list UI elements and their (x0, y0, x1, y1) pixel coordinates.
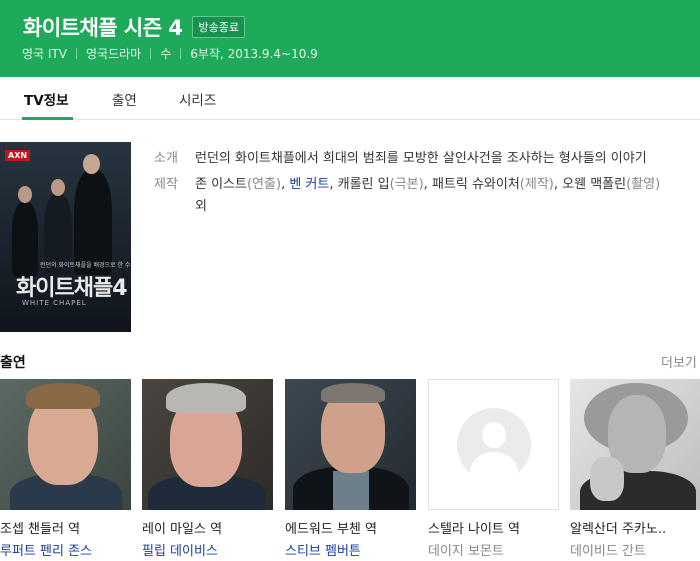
credit-role: (극본) (389, 177, 424, 192)
poster-subtitle: WHITE CHAPEL (22, 299, 87, 307)
poster-figure (12, 202, 38, 277)
status-badge: 방송종료 (192, 16, 245, 38)
meta-divider (150, 48, 152, 59)
cast-list: 조셉 챈들러 역 루퍼트 펜리 존스 레이 마일스 역 필립 데이비스 에드워드… (0, 379, 700, 561)
cast-section-title: 출연 (0, 355, 26, 371)
active-tab-indicator (22, 117, 73, 120)
photo-hand (590, 457, 624, 501)
cast-role: 조셉 챈들러 역 (0, 522, 81, 537)
intro-row: 소개 런던의 화이트채플에서 희대의 범죄를 모방한 살인사건을 조사하는 형사… (154, 148, 674, 170)
header: 화이트채플 시즌 4 방송종료 영국 ITV 영국드라마 수 6부작, 2013… (0, 0, 700, 77)
silhouette-head (482, 422, 506, 448)
cast-actor: 데이지 보몬트 (428, 544, 504, 559)
cast-actor-link[interactable]: 루퍼트 펜리 존스 (0, 540, 92, 559)
program-info: 소개 런던의 화이트채플에서 희대의 범죄를 모방한 살인사건을 조사하는 형사… (154, 148, 674, 222)
meta-genre: 영국드라마 (85, 47, 142, 61)
credits-label: 제작 (154, 177, 178, 192)
poster-figure-head (51, 179, 65, 196)
cast-role: 레이 마일스 역 (142, 522, 223, 537)
poster-title: 화이트채플4 (16, 276, 128, 301)
credit-sep: , (329, 177, 338, 192)
cast-role: 스텔라 나이트 역 (428, 522, 520, 537)
credit-name: 오웬 맥폴린 (562, 177, 627, 192)
poster-figure-head (83, 154, 100, 174)
credit-role: (촬영) (626, 177, 661, 192)
poster-tagline: 런던의 화이트채플을 배경으로 한 수사극 (40, 262, 131, 269)
photo-hair (26, 383, 100, 409)
intro-text: 런던의 화이트채플에서 희대의 범죄를 모방한 살인사건을 조사하는 형사들의 … (195, 151, 647, 166)
program-title[interactable]: 화이트채플 시즌 4 (23, 12, 183, 42)
tab-tv-info[interactable]: TV정보 (24, 89, 69, 109)
meta-day: 수 (160, 47, 172, 61)
credit-role: (연출) (246, 177, 282, 192)
poster-image[interactable]: AXN 런던의 화이트채플을 배경으로 한 수사극 화이트채플4 WHITE C… (0, 142, 131, 332)
meta-divider (180, 48, 182, 59)
photo-shirt (333, 471, 369, 510)
cast-photo[interactable] (142, 379, 273, 510)
tab-cast[interactable]: 출연 (112, 89, 137, 109)
credit-suffix: 외 (195, 199, 207, 214)
tab-series[interactable]: 시리즈 (179, 89, 216, 109)
credit-name: 캐롤린 입 (337, 177, 390, 192)
credit-name: 존 이스트 (195, 177, 247, 192)
cast-photo-placeholder[interactable] (428, 379, 559, 510)
cast-role: 에드워드 부첸 역 (285, 522, 377, 537)
credit-role: (제작) (519, 177, 554, 192)
credit-sep: , (553, 177, 563, 192)
meta-channel: 영국 ITV (22, 47, 67, 61)
more-link[interactable]: 더보기 (661, 352, 697, 371)
meta-episodes: 6부작, 2013.9.4~10.9 (190, 47, 318, 61)
program-meta: 영국 ITV 영국드라마 수 6부작, 2013.9.4~10.9 (22, 45, 318, 62)
cast-card[interactable]: 레이 마일스 역 필립 데이비스 (142, 379, 273, 559)
cast-card[interactable]: 조셉 챈들러 역 루퍼트 펜리 존스 (0, 379, 131, 559)
credits-row: 제작 존 이스트(연출), 벤 커트, 캐롤린 입(극본), 패트릭 슈와이처(… (154, 174, 674, 218)
person-silhouette-icon (457, 408, 531, 482)
cast-actor-link[interactable]: 스티브 펨버튼 (285, 540, 361, 559)
title-row: 화이트채플 시즌 4 방송종료 (23, 12, 245, 42)
cast-actor: 데이비드 간트 (570, 544, 646, 559)
photo-hair (166, 383, 246, 413)
cast-actor-link[interactable]: 필립 데이비스 (142, 540, 218, 559)
intro-label: 소개 (154, 151, 178, 166)
credit-name: 패트릭 슈와이처 (431, 177, 520, 192)
credits-text: 존 이스트(연출), 벤 커트, 캐롤린 입(극본), 패트릭 슈와이처(제작)… (195, 174, 670, 218)
tab-bar: TV정보 출연 시리즈 (0, 77, 700, 120)
cast-card[interactable]: 에드워드 부첸 역 스티브 펨버튼 (285, 379, 416, 559)
meta-divider (75, 48, 77, 59)
cast-card[interactable]: 알렉산더 주카노.. 데이비드 간트 (570, 379, 700, 559)
photo-hair (321, 383, 385, 403)
silhouette-body (470, 452, 518, 482)
poster-figure-head (18, 186, 32, 203)
cast-photo[interactable] (285, 379, 416, 510)
cast-photo[interactable] (0, 379, 131, 510)
credit-sep: , (423, 177, 432, 192)
cast-card[interactable]: 스텔라 나이트 역 데이지 보몬트 (428, 379, 559, 559)
cast-role: 알렉산더 주카노.. (570, 522, 667, 537)
cast-photo[interactable] (570, 379, 700, 510)
channel-logo: AXN (5, 150, 31, 161)
credit-name-link[interactable]: 벤 커트 (289, 177, 329, 192)
